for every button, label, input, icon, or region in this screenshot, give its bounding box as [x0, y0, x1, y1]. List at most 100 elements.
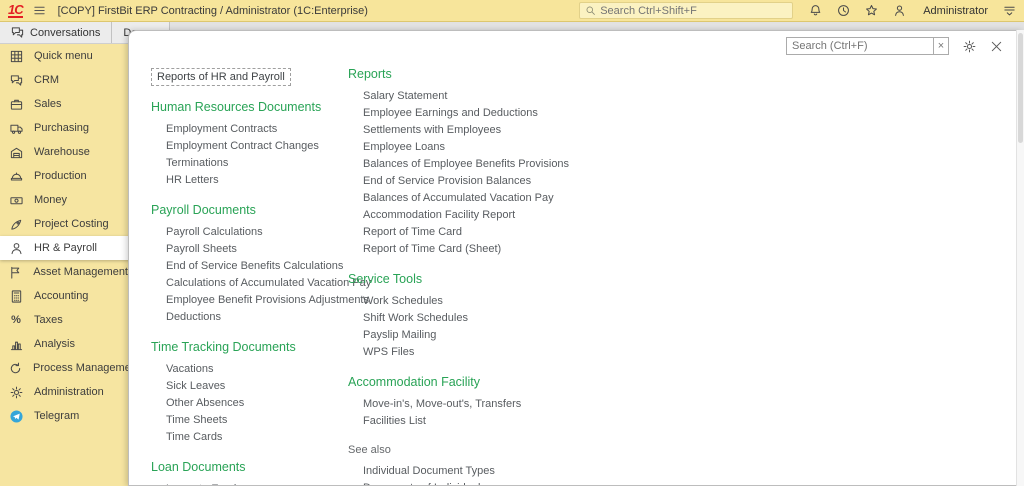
sidebar-item-label: Project Costing: [34, 218, 109, 230]
grid-icon: [9, 50, 23, 63]
section-accommodation-facility: Accommodation Facility Move-in's, Move-ou…: [348, 375, 638, 430]
nav-link-other-absences[interactable]: Other Absences: [151, 395, 366, 412]
nav-link-end-of-service-benefits-calculations[interactable]: End of Service Benefits Calculations: [151, 258, 366, 275]
nav-link-settlements-with-employees[interactable]: Settlements with Employees: [348, 122, 638, 139]
nav-link-sick-leaves[interactable]: Sick Leaves: [151, 378, 366, 395]
global-search-input[interactable]: [600, 4, 789, 17]
sidebar-item-sales[interactable]: Sales: [0, 92, 128, 116]
nav-link-time-sheets[interactable]: Time Sheets: [151, 412, 366, 429]
sidebar-item-label: Telegram: [34, 410, 80, 422]
sidebar-item-telegram[interactable]: Telegram: [0, 404, 128, 428]
sidebar-item-quick-menu[interactable]: Quick menu: [0, 44, 128, 68]
nav-link-payroll-sheets[interactable]: Payroll Sheets: [151, 241, 366, 258]
sidebar-item-process-management[interactable]: Process Management: [0, 356, 140, 380]
section-title[interactable]: Time Tracking Documents: [151, 340, 366, 354]
nav-link-employee-benefit-provisions-adjustments[interactable]: Employee Benefit Provisions Adjustments: [151, 292, 369, 309]
nav-link-employee-loans[interactable]: Employee Loans: [348, 139, 638, 156]
nav-link-calculations-of-accumulated-vacation-pay[interactable]: Calculations of Accumulated Vacation Pay: [151, 275, 371, 292]
sidebar-item-project-costing[interactable]: Project Costing: [0, 212, 128, 236]
root-section-link[interactable]: Reports of HR and Payroll: [151, 68, 291, 86]
sidebar-item-crm[interactable]: CRM: [0, 68, 128, 92]
close-icon[interactable]: [990, 40, 1003, 53]
nav-link-hr-letters[interactable]: HR Letters: [151, 172, 366, 189]
nav-link-accommodation-facility-report[interactable]: Accommodation Facility Report: [348, 207, 638, 224]
history-icon[interactable]: [837, 4, 850, 17]
nav-link-terminations[interactable]: Terminations: [151, 155, 366, 172]
sidebar: Quick menu CRM Sales Purchasing Warehouse Pro…: [0, 44, 140, 486]
sidebar-item-accounting[interactable]: Accounting: [0, 284, 128, 308]
sidebar-item-hr-payroll[interactable]: HR & Payroll: [0, 236, 132, 260]
panel-search-input[interactable]: [786, 37, 934, 55]
notifications-icon[interactable]: [809, 4, 822, 17]
nav-column-documents: Reports of HR and Payroll Human Resources…: [151, 67, 371, 485]
sidebar-item-asset-management[interactable]: Asset Management: [0, 260, 128, 284]
nav-link-employee-earnings-and-deductions[interactable]: Employee Earnings and Deductions: [348, 105, 638, 122]
favorites-icon[interactable]: [865, 4, 878, 17]
sidebar-item-label: Purchasing: [34, 122, 90, 134]
sidebar-item-label: Production: [34, 170, 87, 182]
nav-link-payroll-calculations[interactable]: Payroll Calculations: [151, 224, 366, 241]
section-human-resources-documents: Human Resources Documents Employment Cont…: [151, 100, 366, 189]
nav-link-balances-of-employee-benefits-provisions[interactable]: Balances of Employee Benefits Provisions: [348, 156, 638, 173]
sidebar-item-label: HR & Payroll: [34, 242, 97, 254]
sidebar-item-purchasing[interactable]: Purchasing: [0, 116, 128, 140]
nav-link-individual-document-types[interactable]: Individual Document Types: [348, 463, 638, 480]
nav-link-payslip-mailing[interactable]: Payslip Mailing: [348, 327, 638, 344]
sidebar-item-label: Asset Management: [33, 266, 128, 278]
scrollbar[interactable]: [1016, 30, 1024, 486]
refresh-icon: [9, 362, 22, 375]
nav-link-facilities-list[interactable]: Facilities List: [348, 413, 638, 430]
sidebar-item-label: Sales: [34, 98, 62, 110]
sidebar-item-administration[interactable]: Administration: [0, 380, 128, 404]
nav-link-employment-contracts[interactable]: Employment Contracts: [151, 121, 366, 138]
sidebar-item-warehouse[interactable]: Warehouse: [0, 140, 128, 164]
sidebar-item-production[interactable]: Production: [0, 164, 128, 188]
scrollbar-thumb[interactable]: [1018, 33, 1023, 143]
settings-gear-icon[interactable]: [963, 40, 976, 53]
nav-link-balances-of-accumulated-vacation-pay[interactable]: Balances of Accumulated Vacation Pay: [348, 190, 638, 207]
nav-link-move-in-s-move-out-s-transfers[interactable]: Move-in's, Move-out's, Transfers: [348, 396, 638, 413]
panel-search[interactable]: ×: [786, 37, 949, 55]
global-search[interactable]: [579, 2, 794, 19]
section-title[interactable]: See also: [348, 444, 638, 456]
nav-link-vacations[interactable]: Vacations: [151, 361, 366, 378]
nav-link-salary-statement[interactable]: Salary Statement: [348, 88, 638, 105]
nav-link-report-of-time-card-sheet[interactable]: Report of Time Card (Sheet): [348, 241, 638, 258]
nav-link-end-of-service-provision-balances[interactable]: End of Service Provision Balances: [348, 173, 638, 190]
sidebar-item-taxes[interactable]: % Taxes: [0, 308, 128, 332]
section-title[interactable]: Human Resources Documents: [151, 100, 366, 114]
user-icon[interactable]: [893, 4, 906, 17]
section-title[interactable]: Service Tools: [348, 272, 638, 286]
sidebar-item-analysis[interactable]: Analysis: [0, 332, 128, 356]
sidebar-item-label: Taxes: [34, 314, 63, 326]
service-menu-icon[interactable]: [1003, 4, 1016, 17]
nav-link-deductions[interactable]: Deductions: [151, 309, 366, 326]
nav-link-report-of-time-card[interactable]: Report of Time Card: [348, 224, 638, 241]
section-see-also: See also Individual Document TypesDocumen…: [348, 444, 638, 485]
sidebar-item-label: Warehouse: [34, 146, 90, 158]
nav-link-wps-files[interactable]: WPS Files: [348, 344, 638, 361]
nav-link-shift-work-schedules[interactable]: Shift Work Schedules: [348, 310, 638, 327]
clear-search-button[interactable]: ×: [934, 37, 949, 55]
section-service-tools: Service Tools Work Schedules Shift Work Sc…: [348, 272, 638, 361]
section-title[interactable]: Payroll Documents: [151, 203, 366, 217]
nav-link-loans-to-employees[interactable]: Loans to Employees: [151, 481, 366, 485]
truck-icon: [9, 122, 23, 135]
section-title[interactable]: Reports: [348, 67, 638, 81]
nav-link-documents-of-individuals[interactable]: Documents of Individuals: [348, 480, 638, 485]
rocket-icon: [9, 218, 23, 231]
tab-conversations[interactable]: Conversations: [0, 22, 113, 43]
main-menu-icon[interactable]: [33, 4, 46, 17]
sidebar-item-money[interactable]: Money: [0, 188, 128, 212]
sidebar-item-label: Analysis: [34, 338, 75, 350]
sidebar-item-label: Accounting: [34, 290, 89, 302]
section-title[interactable]: Accommodation Facility: [348, 375, 638, 389]
nav-link-time-cards[interactable]: Time Cards: [151, 429, 366, 446]
nav-link-work-schedules[interactable]: Work Schedules: [348, 293, 638, 310]
nav-link-employment-contract-changes[interactable]: Employment Contract Changes: [151, 138, 366, 155]
telegram-icon: [9, 409, 23, 423]
titlebar-icons: Administrator: [809, 4, 1016, 17]
helmet-icon: [9, 170, 23, 183]
section-title[interactable]: Loan Documents: [151, 460, 366, 474]
panel-toolbar: ×: [786, 37, 1003, 55]
